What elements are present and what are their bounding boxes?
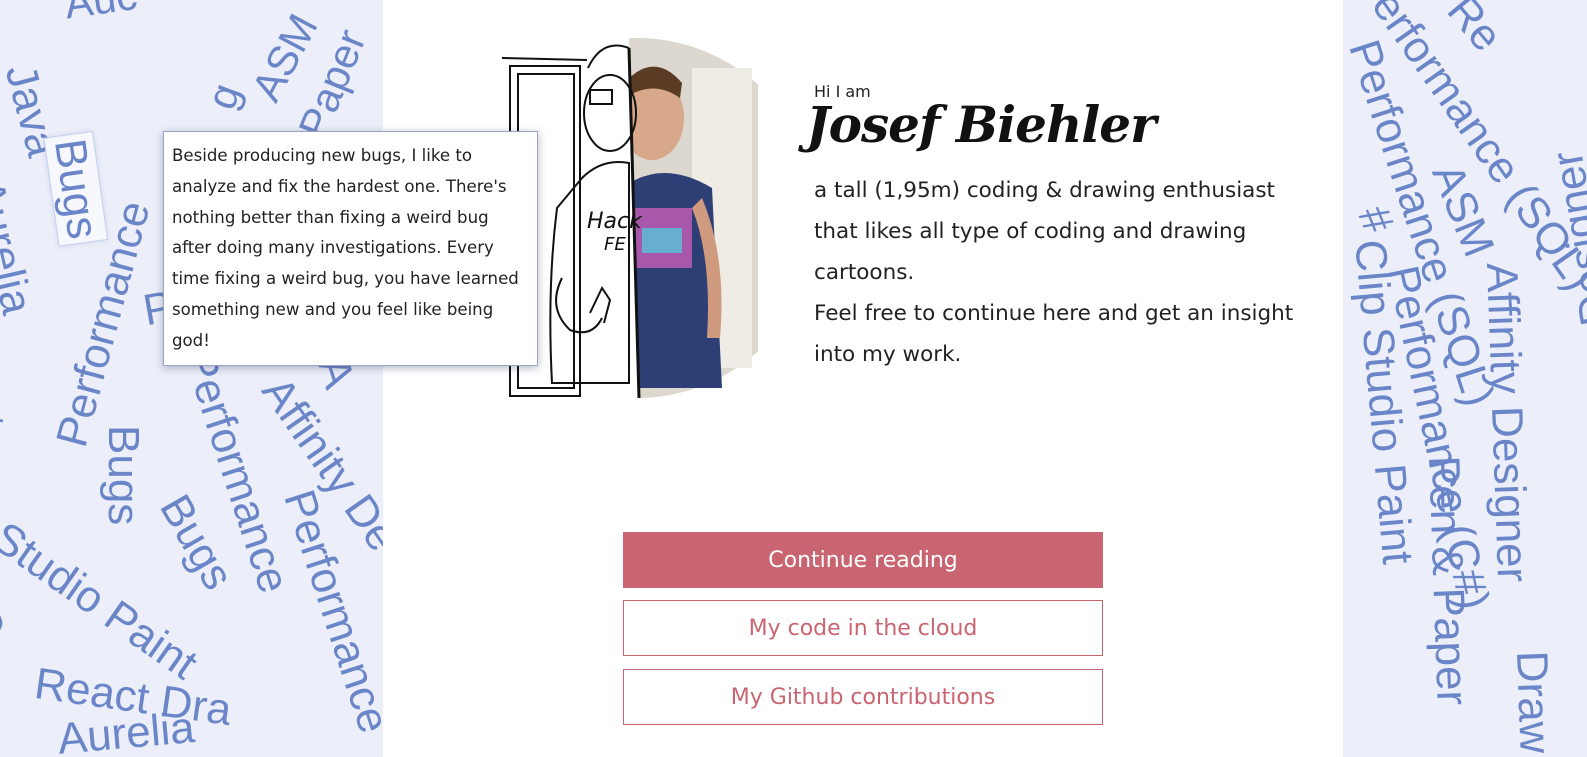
code-in-cloud-button[interactable]: My code in the cloud [623,600,1103,656]
bio-line-1: a tall (1,95m) coding & drawing enthusia… [814,178,1275,285]
cloud-word: Aurelia [55,703,197,757]
author-name: Josef Biehler [806,95,1156,154]
cloud-word: Draw [1507,649,1560,755]
cloud-word-highlighted: Bugs [43,129,108,249]
right-word-cloud: Performance (SQL) Re Performance (SQL) A… [1343,0,1587,757]
cloud-word: Bugs [99,425,148,526]
cloud-word: g [197,77,250,116]
cloud-word: Auc [62,0,140,28]
bugs-tooltip: Beside producing new bugs, I like to ana… [163,131,538,366]
cloud-word: t [0,402,7,453]
cloud-word: Aurelia [0,174,42,319]
left-word-cloud: Auc ASM Paper Java Aurelia Bugs g Perfor… [0,0,383,757]
continue-reading-button[interactable]: Continue reading [623,532,1103,588]
cloud-word: Pen & Paper [1419,454,1477,706]
cloud-word: Affinity Designer [1542,147,1587,471]
cloud-word: C [0,596,15,649]
tooltip-text: Beside producing new bugs, I like to ana… [172,146,519,350]
bio-line-2: Feel free to continue here and get an in… [814,301,1294,367]
cloud-word: Affinity Designer [1477,261,1538,583]
bio-text: a tall (1,95m) coding & drawing enthusia… [814,170,1294,375]
cloud-word: # [1348,198,1403,240]
svg-text:FE: FE [604,234,626,255]
github-contributions-button[interactable]: My Github contributions [623,669,1103,725]
